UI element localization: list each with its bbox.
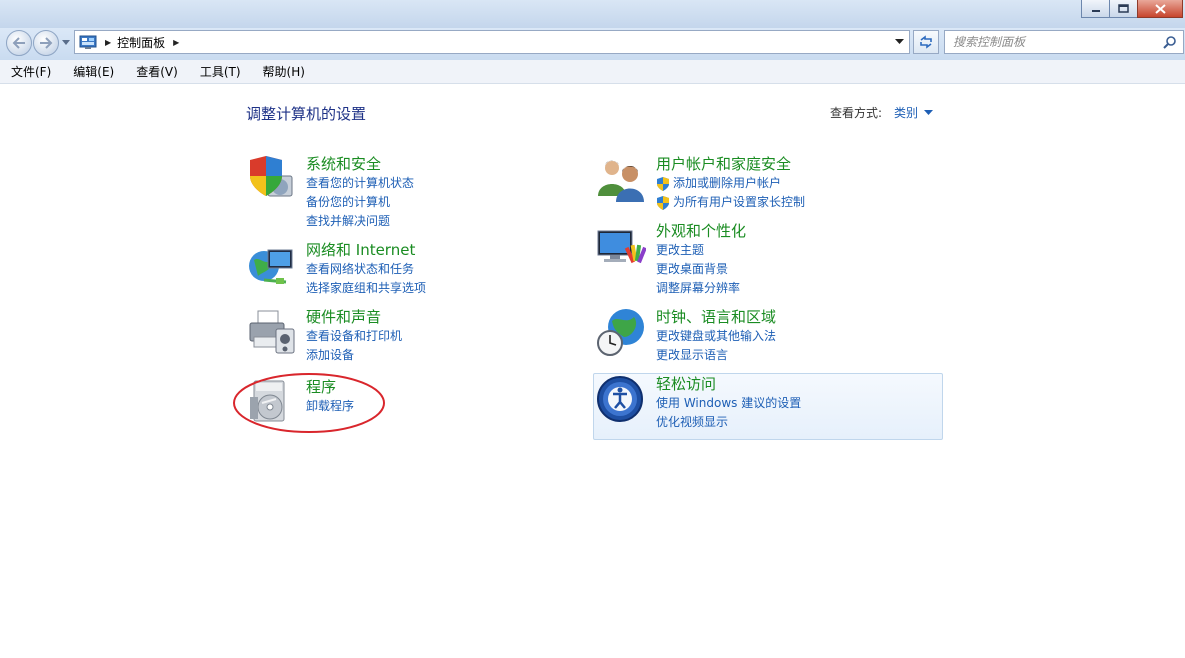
task-link[interactable]: 选择家庭组和共享选项 [306, 279, 426, 298]
address-dropdown[interactable] [893, 36, 905, 48]
minimize-button[interactable] [1081, 0, 1109, 18]
task-link[interactable]: 查看设备和打印机 [306, 327, 402, 346]
maximize-icon [1118, 4, 1129, 13]
back-button[interactable] [6, 30, 32, 56]
category-text: 系统和安全 查看您的计算机状态 备份您的计算机 查找并解决问题 [306, 154, 414, 231]
refresh-icon [920, 35, 932, 49]
arrow-left-icon [12, 37, 25, 49]
shield-computer-icon [250, 156, 293, 197]
task-link-label[interactable]: 为所有用户设置家长控制 [673, 193, 805, 212]
task-link[interactable]: 查看网络状态和任务 [306, 260, 426, 279]
view-by-label: 查看方式: [830, 106, 883, 120]
task-link[interactable]: 调整屏幕分辨率 [656, 279, 746, 298]
category-title[interactable]: 时钟、语言和区域 [656, 307, 776, 327]
view-by-dropdown[interactable] [924, 109, 934, 117]
task-link[interactable]: 添加或删除用户帐户 [656, 174, 805, 193]
navigation-bar: ▶ 控制面板 ▶ [0, 28, 1185, 60]
category-title[interactable]: 用户帐户和家庭安全 [656, 154, 805, 174]
printer-icon [249, 310, 295, 354]
view-by: 查看方式: 类别 [830, 104, 934, 121]
menu-edit[interactable]: 编辑(E) [70, 61, 117, 82]
breadcrumb-control-panel[interactable]: 控制面板 [117, 34, 165, 51]
page-title: 调整计算机的设置 [246, 105, 367, 123]
monitor-paint-icon [597, 230, 646, 264]
category-title[interactable]: 网络和 Internet [306, 240, 426, 260]
uac-shield-icon [657, 176, 669, 191]
category-text: 硬件和声音 查看设备和打印机 添加设备 [306, 307, 402, 365]
category-text: 网络和 Internet 查看网络状态和任务 选择家庭组和共享选项 [306, 240, 426, 298]
category-text: 用户帐户和家庭安全 添加或删除用户帐户 为所有用户设置家长控制 [656, 154, 805, 212]
menu-bar: 文件(F) 编辑(E) 查看(V) 工具(T) 帮助(H) [0, 60, 1185, 84]
category-title[interactable]: 外观和个性化 [656, 221, 746, 241]
view-by-value[interactable]: 类别 [894, 104, 918, 121]
address-bar[interactable]: ▶ 控制面板 ▶ [74, 30, 910, 54]
menu-help[interactable]: 帮助(H) [260, 61, 308, 82]
task-link[interactable]: 添加设备 [306, 346, 402, 365]
annotation-circle [233, 373, 385, 433]
category-title[interactable]: 硬件和声音 [306, 307, 402, 327]
search-icon[interactable] [1163, 35, 1177, 49]
task-link[interactable]: 更改显示语言 [656, 346, 776, 365]
minimize-icon [1091, 9, 1100, 12]
control-panel-icon [79, 35, 97, 49]
task-link[interactable]: 查找并解决问题 [306, 212, 414, 231]
title-bar [0, 0, 1185, 28]
globe-network-icon [249, 249, 293, 284]
maximize-button[interactable] [1109, 0, 1137, 18]
category-text: 轻松访问 使用 Windows 建议的设置 优化视频显示 [656, 374, 801, 432]
task-link[interactable]: 查看您的计算机状态 [306, 174, 414, 193]
task-link[interactable]: 更改桌面背景 [656, 260, 746, 279]
users-icon [598, 160, 644, 202]
forward-button[interactable] [33, 30, 59, 56]
uac-shield-icon [657, 195, 669, 210]
close-icon [1154, 3, 1166, 14]
menu-file[interactable]: 文件(F) [8, 61, 54, 82]
chevron-down-icon [62, 40, 70, 45]
menu-tools[interactable]: 工具(T) [197, 61, 244, 82]
menu-view[interactable]: 查看(V) [133, 61, 181, 82]
ease-of-access-icon [597, 376, 643, 422]
clock-globe-icon [597, 309, 644, 356]
recent-pages-dropdown[interactable] [61, 38, 71, 48]
search-input[interactable] [953, 32, 1163, 52]
chevron-down-icon [894, 39, 904, 44]
task-link[interactable]: 使用 Windows 建议的设置 [656, 394, 801, 413]
arrow-right-icon [40, 37, 53, 49]
task-link[interactable]: 更改主题 [656, 241, 746, 260]
category-text: 时钟、语言和区域 更改键盘或其他输入法 更改显示语言 [656, 307, 776, 365]
task-link[interactable]: 优化视频显示 [656, 413, 801, 432]
task-link[interactable]: 为所有用户设置家长控制 [656, 193, 805, 212]
search-box[interactable] [944, 30, 1184, 54]
refresh-button[interactable] [913, 30, 939, 54]
breadcrumb-arrow-icon[interactable]: ▶ [105, 38, 111, 47]
category-text: 外观和个性化 更改主题 更改桌面背景 调整屏幕分辨率 [656, 221, 746, 298]
category-title[interactable]: 系统和安全 [306, 154, 414, 174]
task-link[interactable]: 更改键盘或其他输入法 [656, 327, 776, 346]
task-link[interactable]: 备份您的计算机 [306, 193, 414, 212]
task-link-label[interactable]: 添加或删除用户帐户 [673, 174, 781, 193]
chevron-down-icon [924, 109, 934, 115]
close-button[interactable] [1137, 0, 1183, 18]
window-controls [1081, 0, 1183, 18]
breadcrumb-arrow-icon[interactable]: ▶ [173, 38, 179, 47]
category-title[interactable]: 轻松访问 [656, 374, 801, 394]
